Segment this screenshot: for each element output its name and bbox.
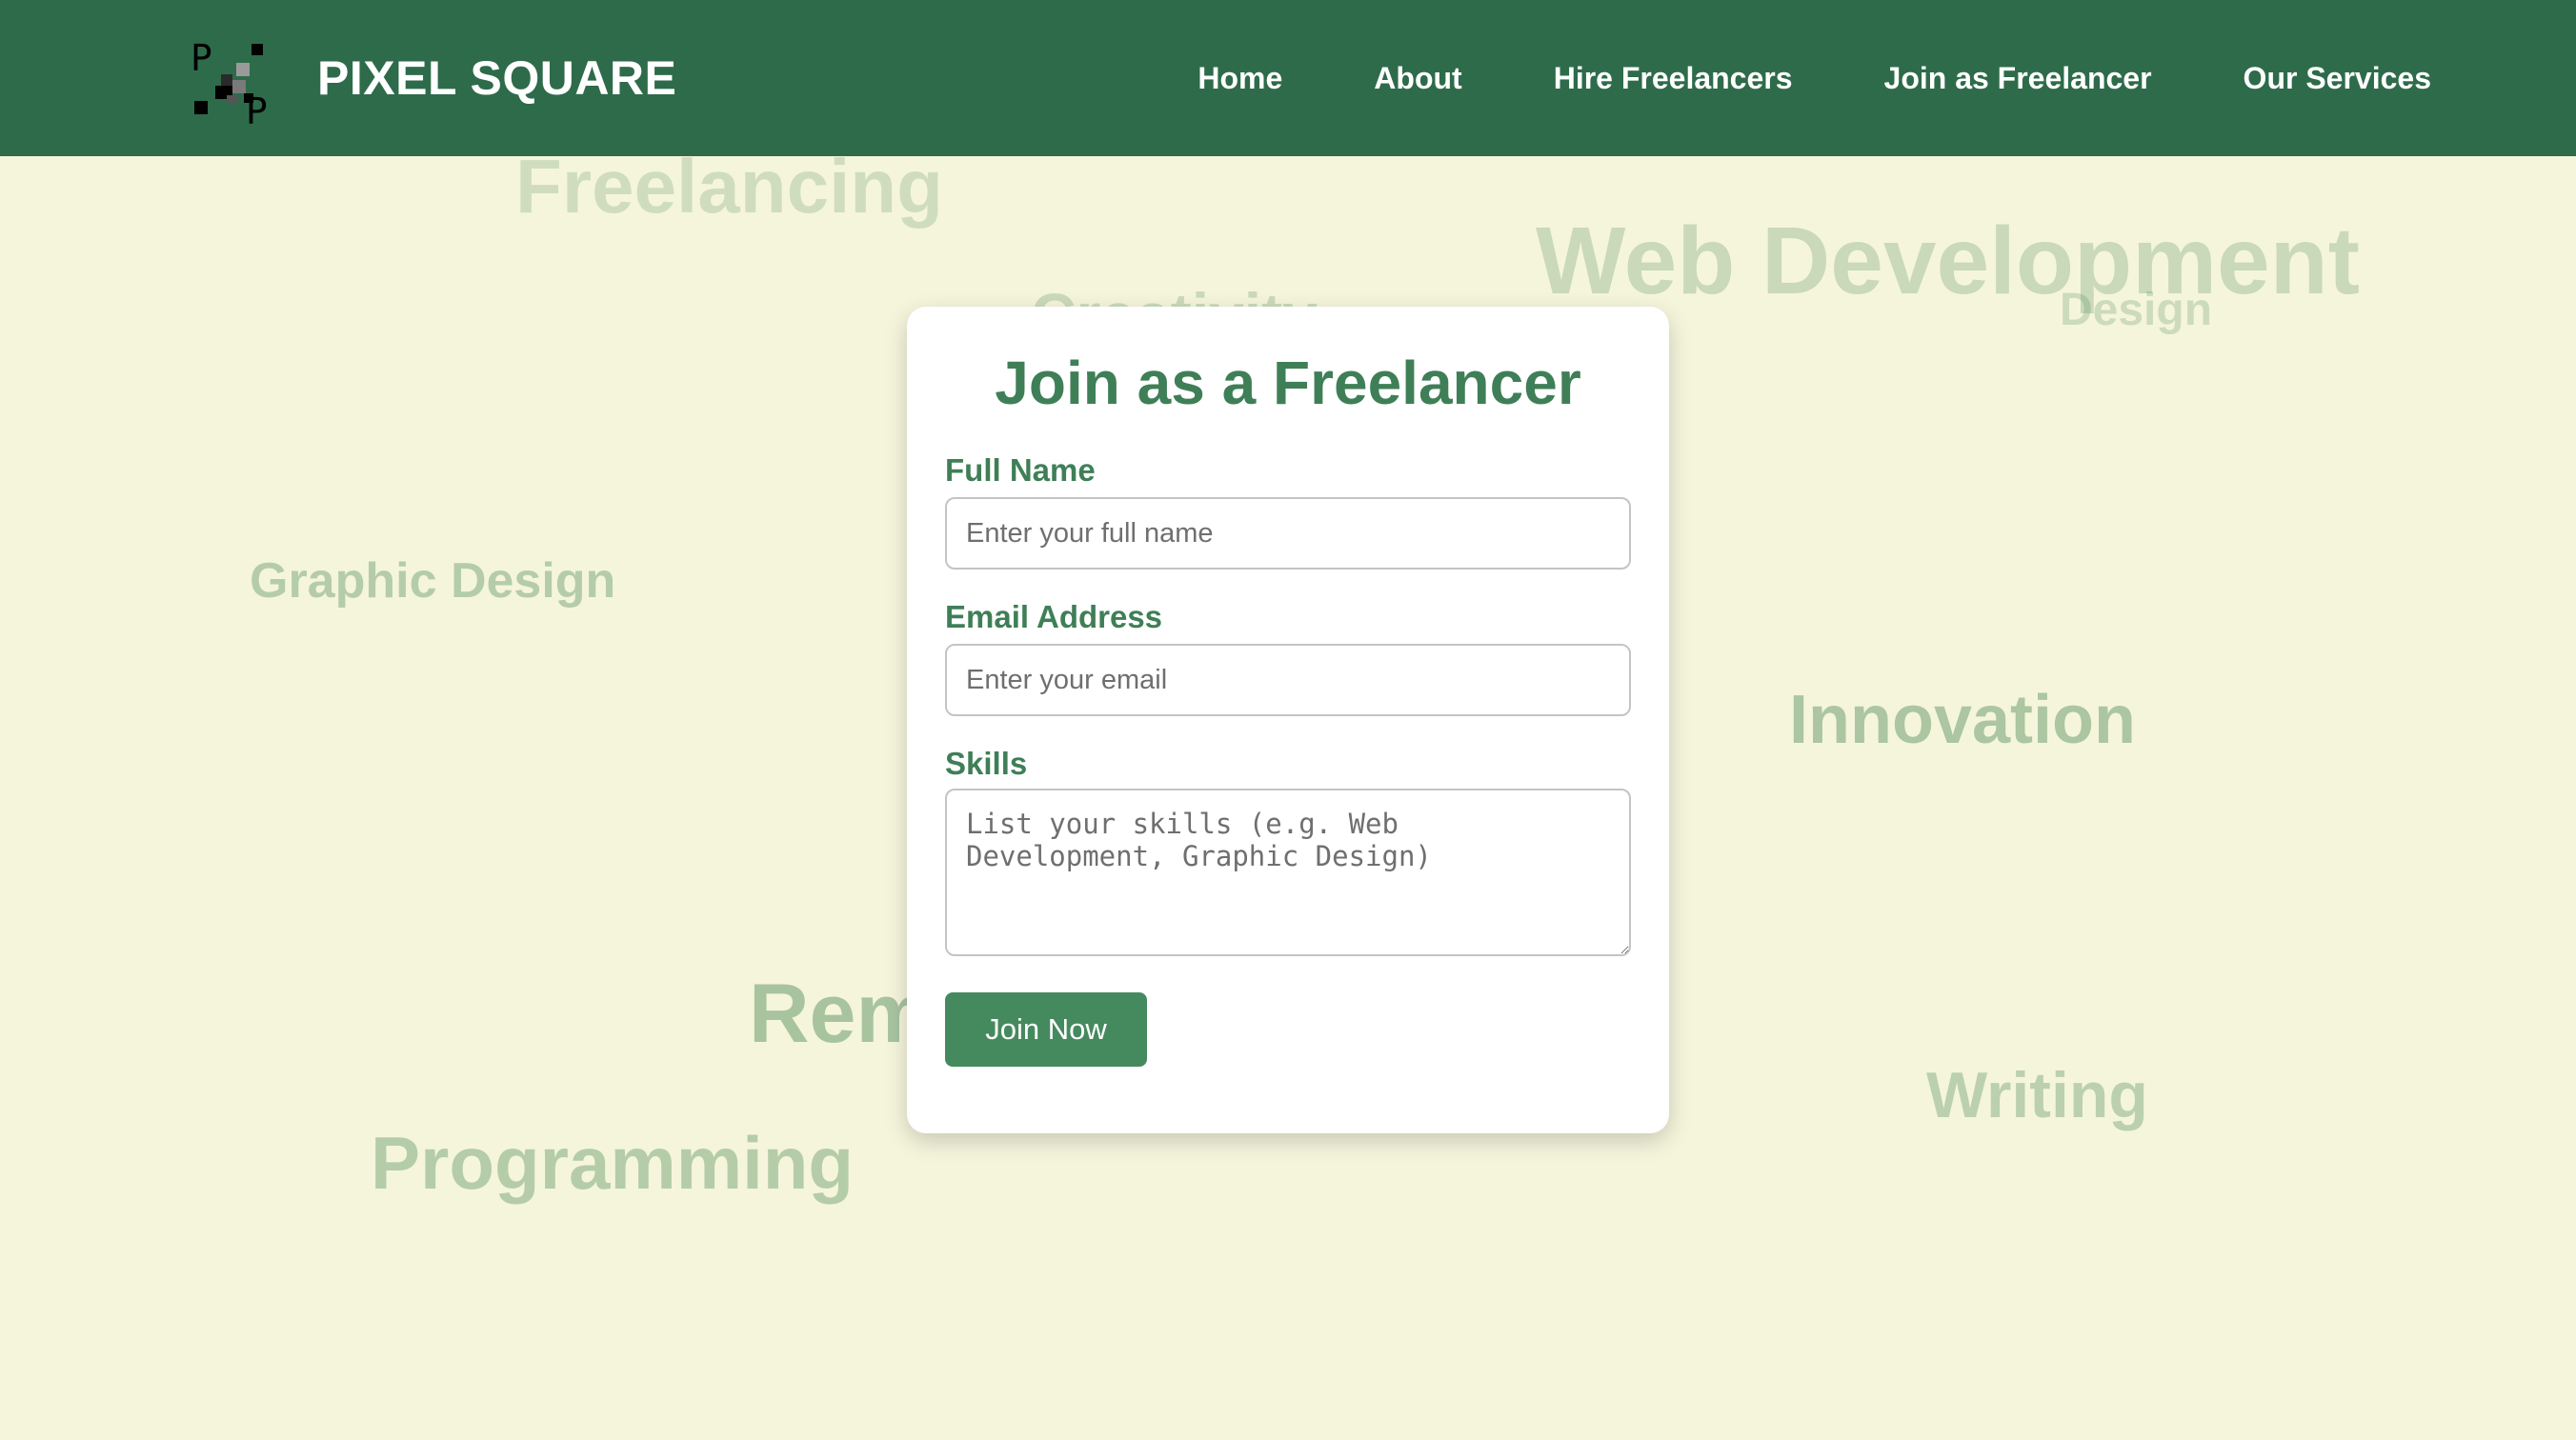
skills-textarea[interactable] <box>945 789 1631 956</box>
nav-join-as-freelancer[interactable]: Join as Freelancer <box>1884 61 2152 96</box>
bg-word-programming: Programming <box>371 1121 855 1205</box>
bg-word-writing: Writing <box>1926 1059 2148 1131</box>
form-title: Join as a Freelancer <box>995 349 1581 417</box>
email-input[interactable] <box>945 644 1631 716</box>
email-label: Email Address <box>945 599 1163 634</box>
navbar: P P PIXEL SQUARE Home About Hire Freelan… <box>0 0 2576 156</box>
join-form-card: Join as a Freelancer Full Name Email Add… <box>907 307 1669 1133</box>
bg-word-web-development: Web Development <box>1536 208 2360 314</box>
nav-about[interactable]: About <box>1374 61 1461 96</box>
bg-word-graphic-design: Graphic Design <box>250 553 616 609</box>
full-name-input[interactable] <box>945 497 1631 570</box>
skills-label: Skills <box>945 746 1028 781</box>
join-now-button[interactable]: Join Now <box>945 992 1147 1067</box>
logo-letter-bottom: P <box>246 90 268 126</box>
pixel-square-logo-icon[interactable]: P P <box>189 37 274 132</box>
full-name-label: Full Name <box>945 452 1096 488</box>
nav-home[interactable]: Home <box>1197 61 1282 96</box>
nav-hire-freelancers[interactable]: Hire Freelancers <box>1554 61 1793 96</box>
logo-letter-top: P <box>191 38 212 79</box>
nav-our-services[interactable]: Our Services <box>2244 61 2431 96</box>
bg-word-innovation: Innovation <box>1789 682 2136 758</box>
brand-name[interactable]: PIXEL SQUARE <box>317 48 676 109</box>
bg-word-freelancing: Freelancing <box>515 144 944 229</box>
bg-word-design: Design <box>2060 285 2213 335</box>
nav-links: Home About Hire Freelancers Join as Free… <box>1197 0 2431 156</box>
